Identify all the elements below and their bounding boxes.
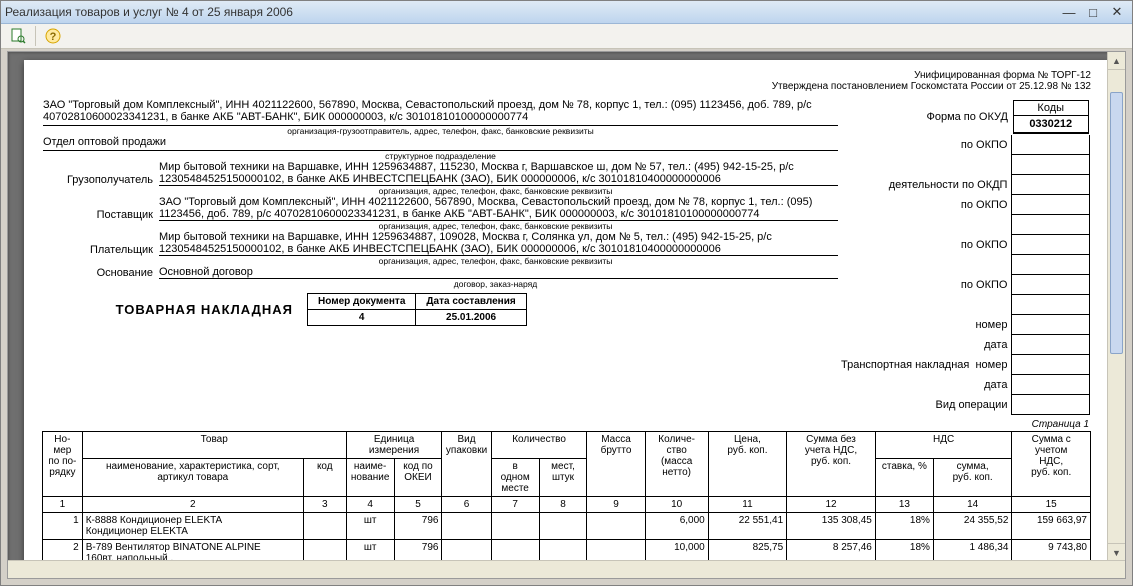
maximize-button[interactable]: □	[1082, 3, 1104, 21]
col-sum-nonds: Сумма без учета НДС, руб. коп.	[787, 432, 876, 497]
col-goods: Товар	[82, 432, 346, 459]
horizontal-scrollbar[interactable]	[8, 560, 1125, 578]
document-magnify-icon	[10, 28, 26, 44]
okud-value: 0330212	[1014, 116, 1088, 133]
doc-number-value: 4	[308, 310, 416, 326]
page-number-label: Страница 1	[42, 419, 1089, 430]
okpo-value-1	[1012, 135, 1090, 155]
date-value-1	[1012, 335, 1090, 355]
col-qty: Количество	[491, 432, 587, 459]
okpo-label-4: по ОКПО	[840, 275, 1012, 295]
sender-org-value: ЗАО "Торговый дом Комплексный", ИНН 4021…	[43, 99, 838, 126]
operation-value	[1012, 395, 1090, 415]
toolbar: ?	[1, 24, 1132, 49]
form-standard-note: Унифицированная форма № ТОРГ-12 Утвержде…	[772, 70, 1091, 92]
window-controls: — □ ✕	[1058, 3, 1128, 21]
okpo-label-3: по ОКПО	[840, 235, 1012, 255]
okud-label: Форма по ОКУД	[840, 99, 1012, 135]
col-nds-sum: сумма, руб. коп.	[933, 459, 1011, 497]
col-nds-rate: ставка, %	[875, 459, 933, 497]
app-window: Реализация товаров и услуг № 4 от 25 янв…	[0, 0, 1133, 586]
document-title: ТОВАРНАЯ НАКЛАДНАЯ	[43, 302, 293, 317]
help-button[interactable]: ?	[42, 25, 64, 47]
col-qty-pl: мест, штук	[539, 459, 587, 497]
codes-header: Коды	[1014, 101, 1088, 116]
table-row: 1 К-8888 Кондиционер ELEKTA Кондиционер …	[43, 513, 1091, 540]
print-page: Унифицированная форма № ТОРГ-12 Утвержде…	[24, 60, 1109, 579]
col-nds: НДС	[875, 432, 1012, 459]
form-approval-line: Утверждена постановлением Госкомстата Ро…	[772, 81, 1091, 92]
code-blank-3	[1012, 255, 1090, 275]
supplier-caption: организация, адрес, телефон, факс, банко…	[153, 221, 838, 231]
document-viewport[interactable]: Унифицированная форма № ТОРГ-12 Утвержде…	[7, 51, 1126, 579]
col-gross: Масса брутто	[587, 432, 645, 497]
col-sum-nds: Сумма с учетом НДС, руб. коп.	[1012, 432, 1091, 497]
minimize-button[interactable]: —	[1058, 3, 1080, 21]
code-blank-2	[1012, 215, 1090, 235]
okpo-label-1: по ОКПО	[840, 135, 1012, 155]
header-layout: ЗАО "Торговый дом Комплексный", ИНН 4021…	[42, 98, 1091, 416]
payer-caption: организация, адрес, телефон, факс, банко…	[153, 256, 838, 266]
doc-date-header: Дата составления	[416, 294, 526, 310]
basis-label: Основание	[43, 267, 153, 279]
date-label-1: дата	[840, 335, 1012, 355]
col-goods-code: код	[303, 459, 346, 497]
number-label-1: номер	[840, 315, 1012, 335]
basis-value: Основной договор	[159, 266, 838, 279]
toolbar-divider	[35, 26, 36, 46]
supplier-label: Поставщик	[43, 209, 153, 221]
transport-date-value	[1012, 375, 1090, 395]
doc-number-header: Номер документа	[308, 294, 416, 310]
col-unit: Единица измерения	[346, 432, 442, 459]
activity-label: деятельности по ОКДП	[840, 175, 1012, 195]
goods-table: Но- мер по по- рядку Товар Единица измер…	[42, 431, 1091, 579]
code-blank-4	[1012, 295, 1090, 315]
titlebar[interactable]: Реализация товаров и услуг № 4 от 25 янв…	[1, 1, 1132, 24]
okpo-label-2: по ОКПО	[840, 195, 1012, 215]
okpo-value-2	[1012, 195, 1090, 215]
form-id-line: Унифицированная форма № ТОРГ-12	[772, 70, 1091, 81]
payer-value: Мир бытовой техники на Варшавке, ИНН 125…	[159, 231, 838, 256]
scroll-thumb[interactable]	[1110, 92, 1123, 354]
supplier-value: ЗАО "Торговый дом Комплексный", ИНН 4021…	[159, 196, 838, 221]
department-value: Отдел оптовой продажи	[43, 136, 838, 151]
sender-org-caption: организация-грузоотправитель, адрес, тел…	[43, 126, 838, 136]
scroll-down-arrow-icon[interactable]: ▼	[1108, 543, 1125, 561]
consignee-label: Грузополучатель	[43, 174, 153, 186]
operation-label: Вид операции	[840, 395, 1012, 415]
doc-date-value: 25.01.2006	[416, 310, 526, 326]
col-number-row: 1 2 3 4 5 6 7 8 9 10 11 12 13 14	[43, 497, 1091, 513]
transport-waybill-label: Транспортная накладная номер	[840, 355, 1012, 375]
number-value-1	[1012, 315, 1090, 335]
code-blank-1	[1012, 155, 1090, 175]
col-no: Но- мер по по- рядку	[43, 432, 83, 497]
payer-label: Плательщик	[43, 244, 153, 256]
date-label-2: дата	[840, 375, 1012, 395]
col-netqty: Количе- ство (масса нетто)	[645, 432, 708, 497]
col-price: Цена, руб. коп.	[708, 432, 786, 497]
transport-number-value	[1012, 355, 1090, 375]
col-unit-name: наиме- нование	[346, 459, 394, 497]
col-qty-in: в одном месте	[491, 459, 539, 497]
print-preview-button[interactable]	[7, 25, 29, 47]
basis-caption: договор, заказ-наряд	[153, 279, 838, 289]
vertical-scrollbar[interactable]: ▲ ▼	[1107, 52, 1125, 561]
help-icon: ?	[45, 28, 61, 44]
okpo-value-4	[1012, 275, 1090, 295]
scroll-up-arrow-icon[interactable]: ▲	[1108, 52, 1125, 70]
department-caption: структурное подразделение	[43, 151, 838, 161]
col-goods-name: наименование, характеристика, сорт, арти…	[82, 459, 303, 497]
consignee-value: Мир бытовой техники на Варшавке, ИНН 125…	[159, 161, 838, 186]
okpo-value-3	[1012, 235, 1090, 255]
col-pack: Вид упаковки	[442, 432, 491, 497]
col-unit-code: код по ОКЕИ	[394, 459, 442, 497]
doc-number-box: Номер документа Дата составления 4 25.01…	[307, 293, 527, 326]
window-title: Реализация товаров и услуг № 4 от 25 янв…	[5, 5, 1058, 19]
consignee-caption: организация, адрес, телефон, факс, банко…	[153, 186, 838, 196]
activity-value	[1012, 175, 1090, 195]
close-button[interactable]: ✕	[1106, 3, 1128, 21]
codes-panel: Форма по ОКУД Коды 0330212 по ОКПО	[840, 99, 1090, 415]
svg-text:?: ?	[50, 31, 57, 43]
